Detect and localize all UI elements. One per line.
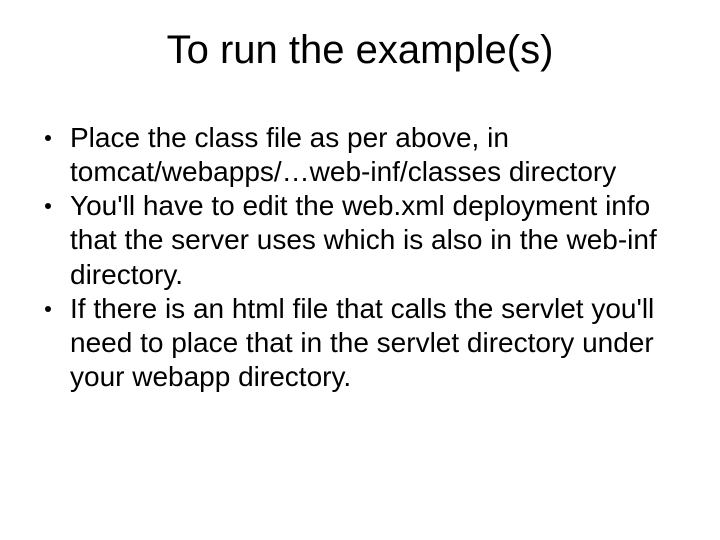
bullet-text: Place the class file as per above, in to… <box>70 121 690 189</box>
list-item: You'll have to edit the web.xml deployme… <box>30 189 690 291</box>
list-item: Place the class file as per above, in to… <box>30 121 690 189</box>
slide-title: To run the example(s) <box>30 28 690 73</box>
bullet-text: You'll have to edit the web.xml deployme… <box>70 189 690 291</box>
list-item: If there is an html file that calls the … <box>30 292 690 394</box>
bullet-list: Place the class file as per above, in to… <box>30 121 690 394</box>
bullet-icon <box>45 306 51 312</box>
bullet-text: If there is an html file that calls the … <box>70 292 690 394</box>
bullet-icon <box>45 135 51 141</box>
bullet-icon <box>45 203 51 209</box>
